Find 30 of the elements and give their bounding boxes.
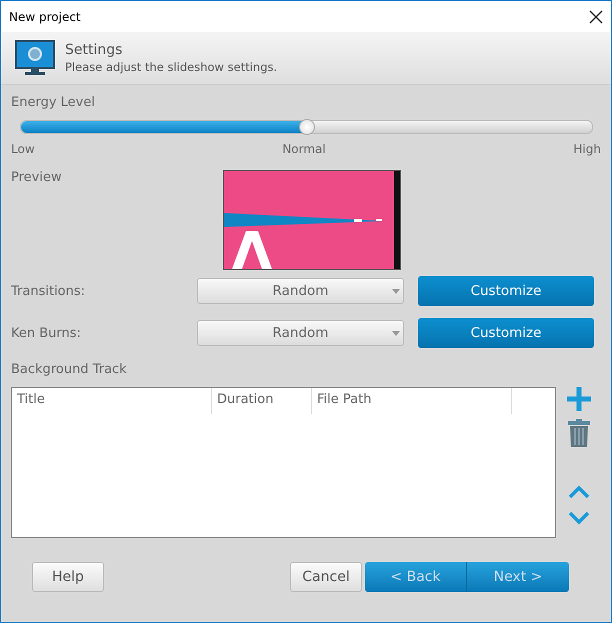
tick-label: Normal (282, 142, 326, 156)
column-header[interactable]: File Path (312, 388, 512, 414)
trash-icon[interactable] (568, 419, 590, 447)
header-subtitle: Please adjust the slideshow settings. (65, 60, 278, 74)
section-label: Background Track (11, 362, 128, 377)
dropdown[interactable]: Random (197, 320, 404, 346)
monitor-icon (15, 40, 55, 76)
dropdown[interactable]: Random (197, 278, 404, 304)
option-label: Ken Burns: (11, 326, 82, 340)
help-button[interactable]: Help (32, 562, 104, 592)
add-icon[interactable] (567, 387, 591, 411)
option-label: Transitions: (11, 284, 86, 298)
customize-button[interactable]: Customize (418, 276, 594, 306)
header-title: Settings (65, 42, 124, 58)
section-label: Energy Level (11, 95, 96, 110)
cancel-button[interactable]: Cancel (290, 562, 362, 592)
column-header[interactable]: Title (12, 388, 212, 414)
window-title: New project (9, 10, 81, 24)
energy-slider[interactable] (20, 120, 593, 134)
close-icon[interactable] (589, 10, 603, 24)
caret-icon (392, 331, 400, 336)
tick-label: Low (11, 142, 35, 156)
next-button[interactable]: Next > (467, 562, 569, 592)
customize-button[interactable]: Customize (418, 318, 594, 348)
column-header[interactable]: Duration (212, 388, 312, 414)
caret-icon (392, 289, 400, 294)
back-button[interactable]: < Back (365, 562, 467, 592)
tick-label: High (573, 142, 601, 156)
slider-thumb[interactable] (298, 119, 314, 135)
preview-label: Preview (11, 170, 63, 187)
